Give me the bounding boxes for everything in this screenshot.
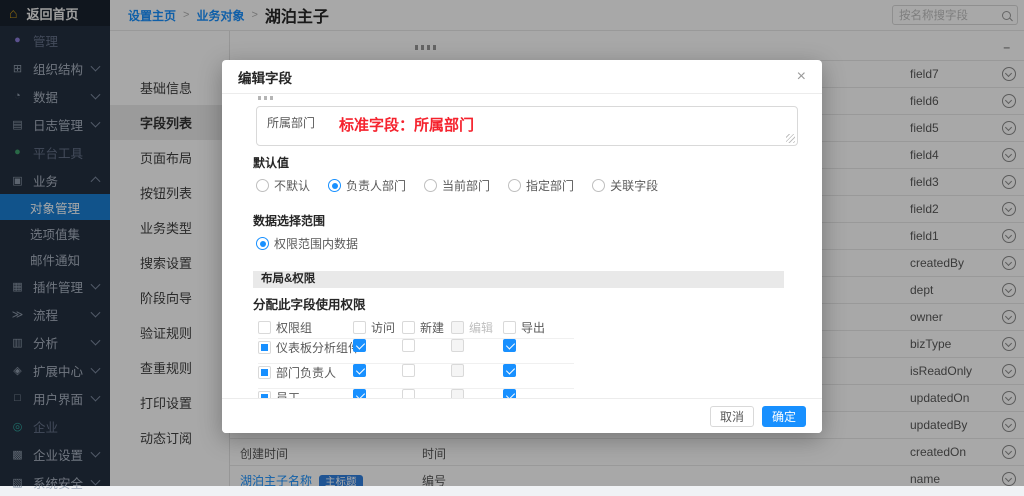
modal-footer: 取消 确定: [222, 398, 822, 433]
data-scope-radio-option-0[interactable]: 权限范围内数据: [256, 235, 358, 252]
permission-header-row: 权限组 访问 新建 编辑 导出: [258, 319, 574, 339]
permission-column-label: 新建: [420, 319, 444, 336]
field-name-textarea[interactable]: 所属部门 标准字段：所属部门: [256, 106, 798, 146]
permission-header-cell: 访问: [353, 319, 395, 336]
modal-body: 所属部门 标准字段：所属部门 默认值 不默认负责人部门当前部门指定部门关联字段 …: [222, 93, 822, 399]
checkbox-icon[interactable]: [503, 364, 516, 377]
permission-row: 部门负责人: [258, 364, 574, 389]
checkbox-icon[interactable]: [353, 321, 366, 334]
permission-cell: [503, 339, 516, 352]
permission-row-label: 仪表板分析组件: [276, 339, 360, 356]
radio-icon: [508, 179, 521, 192]
default-value-radio-option-4[interactable]: 关联字段: [592, 177, 658, 194]
radio-label: 指定部门: [526, 177, 574, 194]
permission-cell: [451, 364, 464, 377]
permission-column-label: 权限组: [276, 319, 312, 336]
radio-label: 不默认: [274, 177, 310, 194]
checkbox-icon: [451, 321, 464, 334]
permission-cell: 部门负责人: [258, 364, 336, 381]
annotation-text: 标准字段：所属部门: [339, 114, 474, 135]
permission-row: 仪表板分析组件: [258, 339, 574, 364]
checkbox-icon[interactable]: [402, 339, 415, 352]
permission-cell: [402, 339, 415, 352]
checkbox-icon[interactable]: [402, 321, 415, 334]
assign-permission-label: 分配此字段使用权限: [253, 294, 794, 313]
permission-cell: [353, 364, 366, 377]
radio-icon: [328, 179, 341, 192]
modal-title: 编辑字段: [238, 67, 292, 87]
default-value-radio-option-1[interactable]: 负责人部门: [328, 177, 406, 194]
radio-label: 关联字段: [610, 177, 658, 194]
permission-header-cell: 新建: [402, 319, 444, 336]
field-name-value: 所属部门: [267, 116, 315, 130]
permission-cell: [451, 339, 464, 352]
default-value-label: 默认值: [253, 154, 794, 171]
checkbox-icon[interactable]: [258, 321, 271, 334]
radio-label: 当前部门: [442, 177, 490, 194]
default-value-radio-option-3[interactable]: 指定部门: [508, 177, 574, 194]
permission-header-cell: 权限组: [258, 319, 312, 336]
permission-header-cell: 编辑: [451, 319, 493, 336]
radio-icon: [256, 237, 269, 250]
default-value-radio-option-0[interactable]: 不默认: [256, 177, 310, 194]
close-icon[interactable]: ×: [797, 69, 806, 85]
checkbox-icon[interactable]: [402, 364, 415, 377]
radio-icon: [424, 179, 437, 192]
radio-icon: [592, 179, 605, 192]
permission-cell: [353, 339, 366, 352]
checkbox-icon[interactable]: [503, 339, 516, 352]
checkbox-icon[interactable]: [258, 366, 271, 379]
permission-cell: [503, 364, 516, 377]
permission-column-label: 访问: [371, 319, 395, 336]
default-value-radio-option-2[interactable]: 当前部门: [424, 177, 490, 194]
checkbox-icon[interactable]: [503, 321, 516, 334]
layout-permission-section-bar: 布局&权限: [253, 271, 784, 288]
permission-cell: 仪表板分析组件: [258, 339, 360, 356]
cancel-button[interactable]: 取消: [710, 406, 754, 427]
permission-row-label: 部门负责人: [276, 364, 336, 381]
permission-table: 权限组访问新建编辑导出仪表板分析组件部门负责人员工部门管理员: [258, 319, 794, 399]
data-scope-label: 数据选择范围: [253, 212, 794, 229]
data-scope-radio-group: 权限范围内数据: [256, 235, 794, 252]
radio-icon: [256, 179, 269, 192]
modal-header: 编辑字段 ×: [222, 60, 822, 94]
checkbox-icon[interactable]: [258, 341, 271, 354]
scroll-clipped-label: [258, 96, 794, 100]
permission-column-label: 编辑: [469, 319, 493, 336]
checkbox-icon[interactable]: [353, 339, 366, 352]
checkbox-icon: [451, 339, 464, 352]
permission-header-cell: 导出: [503, 319, 545, 336]
checkbox-icon: [451, 364, 464, 377]
permission-column-label: 导出: [521, 319, 545, 336]
radio-label: 权限范围内数据: [274, 235, 358, 252]
checkbox-icon[interactable]: [353, 364, 366, 377]
ok-button[interactable]: 确定: [762, 406, 806, 427]
edit-field-modal: 编辑字段 × 所属部门 标准字段：所属部门 默认值 不默认 负责人部门 当前部门 指定…: [222, 60, 822, 433]
radio-label: 负责人部门: [346, 177, 406, 194]
default-value-radio-group: 不默认 负责人部门 当前部门 指定部门 关联字段: [256, 177, 794, 194]
permission-cell: [402, 364, 415, 377]
